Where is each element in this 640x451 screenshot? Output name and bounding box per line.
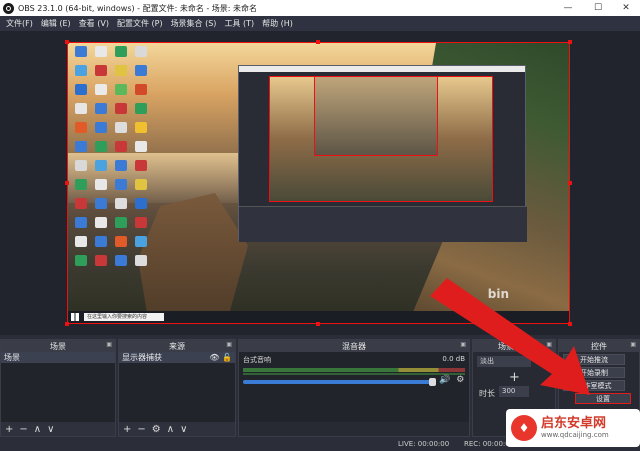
mixer-body: 台式音响 0.0 dB 🔊 ⚙: [239, 352, 469, 422]
volume-slider[interactable]: [243, 378, 436, 386]
android-robot-icon: ♦: [511, 415, 537, 441]
menu-edit[interactable]: 编辑 (E): [37, 18, 75, 29]
move-scene-up-button[interactable]: ∧: [34, 424, 41, 435]
mixer-track-name: 台式音响: [243, 356, 271, 364]
resize-handle[interactable]: [568, 40, 572, 44]
sources-dock-title: 来源: [169, 341, 185, 351]
rock-formation: [138, 193, 248, 323]
add-transition-button[interactable]: +: [509, 370, 520, 385]
sources-list[interactable]: 显示器捕获 👁 🔓: [119, 352, 235, 422]
transition-select[interactable]: 淡出: [477, 356, 531, 367]
menu-help[interactable]: 帮助 (H): [258, 18, 297, 29]
site-watermark: ♦ 启东安卓网 www.qdcaijing.com: [506, 409, 640, 447]
obs-logo-icon: [3, 2, 14, 14]
studio-mode-button[interactable]: 工作室模式: [563, 380, 625, 391]
resize-handle[interactable]: [568, 322, 572, 326]
dock-float-icon[interactable]: ▣: [630, 341, 636, 348]
duration-label: 时长: [479, 389, 495, 398]
scenes-toolbar: + − ∧ ∨: [1, 422, 115, 436]
source-properties-gear-icon[interactable]: ⚙: [152, 424, 161, 435]
window-title: OBS 23.1.0 (64-bit, windows) - 配置文件: 未命名…: [18, 3, 258, 13]
speaker-icon[interactable]: 🔊: [439, 375, 450, 385]
taskbar-search: 在这里输入你要搜索的内容: [84, 313, 164, 321]
add-source-button[interactable]: +: [123, 424, 131, 435]
move-scene-down-button[interactable]: ∨: [47, 424, 54, 435]
volume-meter-peak: [243, 373, 465, 375]
add-scene-button[interactable]: +: [5, 424, 13, 435]
scene-item[interactable]: 场景: [1, 352, 115, 363]
duration-input[interactable]: 300: [499, 386, 529, 397]
mixer-gear-icon[interactable]: ⚙: [456, 375, 464, 385]
scenes-dock-title: 场景: [50, 341, 66, 351]
menu-bar: 文件(F) 编辑 (E) 查看 (V) 配置文件 (P) 场景集合 (S) 工具…: [0, 16, 640, 31]
scenes-list[interactable]: 场景: [1, 352, 115, 422]
menu-profile[interactable]: 配置文件 (P): [113, 18, 167, 29]
move-source-up-button[interactable]: ∧: [167, 424, 174, 435]
resize-handle[interactable]: [65, 322, 69, 326]
dock-float-icon[interactable]: ▣: [546, 341, 552, 348]
remove-source-button[interactable]: −: [137, 424, 145, 435]
wallpaper-watermark: bin: [487, 287, 509, 301]
nested-obs-window: [238, 65, 527, 242]
mixer-dock-title: 混音器: [342, 341, 366, 351]
audio-mixer-dock: 混音器 ▣ 台式音响 0.0 dB 🔊 ⚙: [238, 339, 470, 437]
site-url: www.qdcaijing.com: [541, 431, 609, 439]
desktop-icons: [72, 45, 152, 297]
resize-handle[interactable]: [316, 40, 320, 44]
scenes-dock: 场景 ▣ 场景 + − ∧ ∨: [0, 339, 116, 437]
preview-canvas[interactable]: bin 在这里输入你要搜索的内容: [67, 42, 570, 324]
close-button[interactable]: ✕: [612, 0, 640, 16]
remove-scene-button[interactable]: −: [19, 424, 27, 435]
window-titlebar: OBS 23.1.0 (64-bit, windows) - 配置文件: 未命名…: [0, 0, 640, 16]
mixer-track: 台式音响 0.0 dB 🔊 ⚙: [243, 355, 465, 386]
mixer-track-level: 0.0 dB: [442, 355, 465, 363]
dock-float-icon[interactable]: ▣: [460, 341, 466, 348]
menu-file[interactable]: 文件(F): [2, 18, 37, 29]
dock-float-icon[interactable]: ▣: [106, 341, 112, 348]
sources-toolbar: + − ⚙ ∧ ∨: [119, 422, 235, 436]
controls-dock-title: 控件: [591, 341, 607, 351]
maximize-button[interactable]: ☐: [584, 0, 612, 16]
source-item[interactable]: 显示器捕获 👁 🔓: [119, 352, 235, 363]
site-name: 启东安卓网: [541, 416, 607, 431]
windows-start-icon: [71, 313, 79, 321]
menu-tools[interactable]: 工具 (T): [220, 18, 258, 29]
resize-handle[interactable]: [568, 181, 572, 185]
menu-view[interactable]: 查看 (V): [75, 18, 113, 29]
sources-dock: 来源 ▣ 显示器捕获 👁 🔓 + − ⚙ ∧ ∨: [118, 339, 236, 437]
volume-meter: [243, 368, 465, 372]
transitions-dock-title: 场景过渡: [498, 341, 530, 351]
dock-float-icon[interactable]: ▣: [226, 341, 232, 348]
menu-scene-collection[interactable]: 场景集合 (S): [167, 18, 221, 29]
resize-handle[interactable]: [65, 40, 69, 44]
source-item-label: 显示器捕获: [122, 353, 162, 362]
start-recording-button[interactable]: 开始录制: [563, 367, 625, 378]
lock-icon[interactable]: 🔓: [222, 353, 232, 362]
settings-button[interactable]: 设置: [575, 393, 631, 404]
resize-handle[interactable]: [316, 322, 320, 326]
visibility-eye-icon[interactable]: 👁: [209, 353, 219, 362]
live-timer: LIVE: 00:00:00: [398, 440, 450, 448]
resize-handle[interactable]: [65, 181, 69, 185]
preview-area[interactable]: bin 在这里输入你要搜索的内容: [0, 31, 640, 335]
minimize-button[interactable]: —: [554, 0, 582, 16]
start-streaming-button[interactable]: 开始推流: [563, 354, 625, 365]
move-source-down-button[interactable]: ∨: [180, 424, 187, 435]
